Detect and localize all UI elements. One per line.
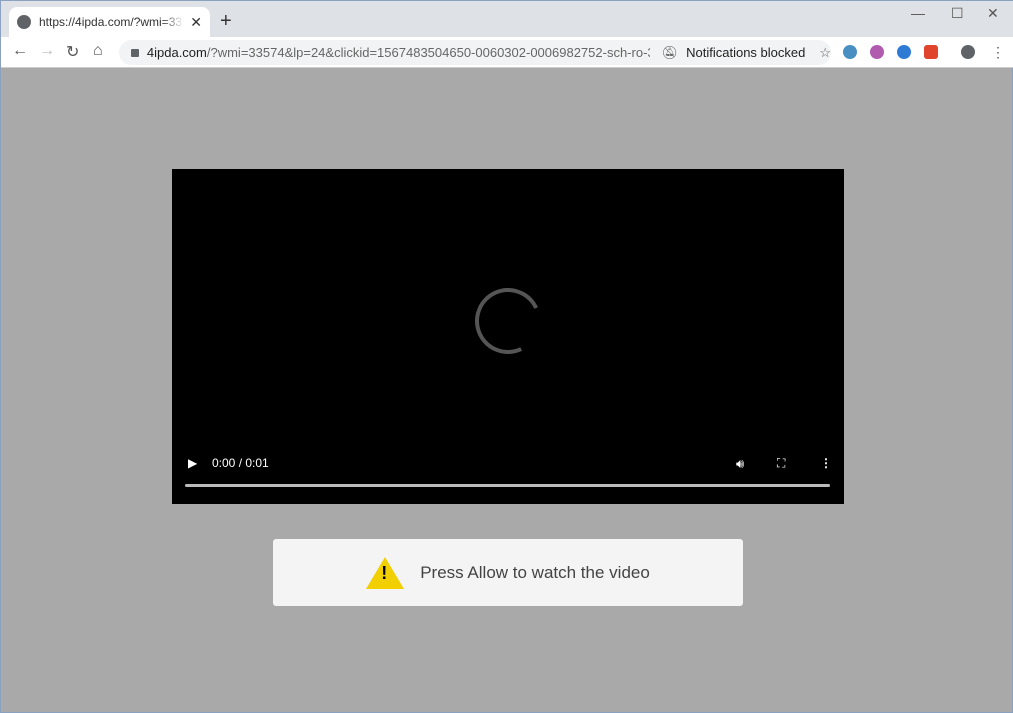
bookmark-star-icon[interactable]: ☆ <box>819 45 831 61</box>
extension-icon-4[interactable] <box>924 45 938 59</box>
menu-icon[interactable]: ⋮ <box>991 44 1005 61</box>
tab-strip: https://4ipda.com/?wmi=33574&lp=24 ✕ + —… <box>1 1 1013 37</box>
maximize-button[interactable]: ☐ <box>951 5 964 22</box>
toolbar: ← → ↻ ⌂ 4ipda.com/?wmi=33574&lp=24&click… <box>1 37 1013 68</box>
notifications-label: Notifications blocked <box>686 45 806 60</box>
close-tab-icon[interactable]: ✕ <box>190 14 202 31</box>
profile-icon[interactable] <box>961 45 975 59</box>
extension-icon-3[interactable] <box>897 45 911 59</box>
lock-icon <box>131 48 139 57</box>
url-host: 4ipda.com <box>146 45 207 60</box>
url-path: /?wmi=33574&lp=24&clickid=1567483504650-… <box>206 45 650 60</box>
video-progress-bar[interactable] <box>185 484 830 487</box>
url-text[interactable]: 4ipda.com/?wmi=33574&lp=24&clickid=15674… <box>147 45 650 60</box>
home-button[interactable]: ⌂ <box>93 42 103 60</box>
address-bar[interactable]: 4ipda.com/?wmi=33574&lp=24&clickid=15674… <box>119 40 831 65</box>
globe-icon <box>17 15 31 29</box>
minimize-button[interactable]: — <box>911 5 925 21</box>
allow-notice: ! Press Allow to watch the video <box>273 539 743 606</box>
reload-button[interactable]: ↻ <box>66 42 79 62</box>
extension-icon-2[interactable] <box>870 45 884 59</box>
bell-off-icon: 🔕︎ <box>661 44 679 60</box>
back-button[interactable]: ← <box>12 42 28 60</box>
notice-message: Press Allow to watch the video <box>420 562 650 582</box>
play-icon[interactable]: ▶ <box>188 456 197 470</box>
notifications-blocked-chip[interactable]: 🔕︎ Notifications blocked <box>662 45 806 61</box>
fullscreen-icon[interactable]: ⛶ <box>777 456 785 471</box>
new-tab-button[interactable]: + <box>220 10 232 33</box>
tab-title: https://4ipda.com/?wmi=33574&lp=24 <box>39 15 184 29</box>
extension-icon-1[interactable] <box>843 45 857 59</box>
close-window-button[interactable]: ✕ <box>987 5 999 22</box>
video-player[interactable]: ▶ 0:00 / 0:01 🔊︎ ⛶ ⋮ <box>172 169 844 504</box>
forward-button[interactable]: → <box>39 42 55 60</box>
more-options-icon[interactable]: ⋮ <box>820 456 832 470</box>
video-time: 0:00 / 0:01 <box>212 456 269 470</box>
loading-spinner-icon <box>465 278 551 364</box>
warning-icon: ! <box>366 556 405 589</box>
browser-tab[interactable]: https://4ipda.com/?wmi=33574&lp=24 ✕ <box>9 7 210 37</box>
volume-icon[interactable]: 🔊︎ <box>736 456 744 472</box>
